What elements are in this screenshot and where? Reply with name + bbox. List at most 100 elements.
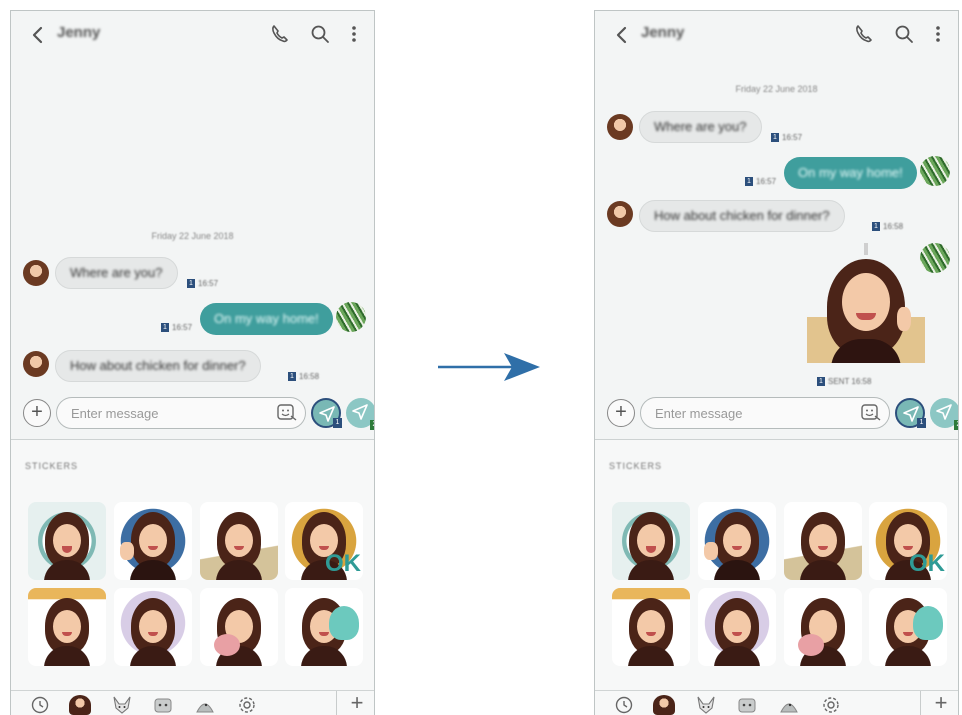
message-meta: 1 16:57	[771, 133, 803, 143]
chevron-left-icon[interactable]	[609, 22, 635, 48]
message-meta: 1 16:57	[187, 279, 219, 289]
search-icon[interactable]	[308, 22, 332, 46]
message-input[interactable]	[640, 397, 890, 429]
sticker-panel: STICKERS OK +	[595, 439, 958, 715]
attach-button[interactable]: +	[607, 399, 635, 427]
cat-sticker-icon[interactable]	[152, 695, 174, 715]
add-sticker-button[interactable]: +	[928, 692, 954, 715]
phone-screen-before: Jenny Friday 22 June 2018 Where are you?…	[10, 10, 375, 715]
send-button-sim1[interactable]: 1	[895, 398, 926, 428]
message-composer: + 1 2	[595, 397, 958, 431]
sticker-avatar-party[interactable]	[612, 588, 690, 666]
message-bubble-incoming[interactable]: How about chicken for dinner?	[55, 350, 261, 382]
sticker-avatar-ghost[interactable]	[869, 588, 947, 666]
attach-button[interactable]: +	[23, 399, 51, 427]
phone-icon[interactable]	[852, 22, 876, 46]
sticker-avatar-waving[interactable]	[114, 502, 192, 580]
fox-sticker-icon[interactable]	[111, 695, 133, 715]
sticker-avatar-kiss[interactable]	[200, 588, 278, 666]
sim-badge: 1	[745, 177, 753, 187]
sim-badge: 1	[288, 372, 296, 382]
sim-badge: 1	[872, 222, 880, 232]
sticker-tabbar: +	[11, 690, 374, 715]
phone-screen-after: Jenny Friday 22 June 2018 Where are you?…	[594, 10, 959, 715]
bird-sticker-icon[interactable]	[194, 695, 216, 715]
send-button-sim2[interactable]: 2	[930, 398, 958, 430]
contact-name[interactable]: Jenny	[641, 24, 684, 41]
message-bubble-incoming[interactable]: Where are you?	[55, 257, 178, 289]
sticker-avatar-ghost[interactable]	[285, 588, 363, 666]
message-list[interactable]: Friday 22 June 2018 Where are you? 1 16:5…	[595, 57, 958, 391]
fox-sticker-icon[interactable]	[695, 695, 717, 715]
send-icon	[936, 404, 952, 420]
tab-divider	[920, 691, 921, 715]
sticker-avatar-heart[interactable]	[114, 588, 192, 666]
sticker-panel-title: STICKERS	[25, 461, 79, 471]
message-bubble-outgoing[interactable]: On my way home!	[784, 157, 917, 189]
sticker-avatar-party[interactable]	[28, 588, 106, 666]
send-button-sim2[interactable]: 2	[346, 398, 374, 430]
message-time: 16:57	[756, 177, 777, 187]
clock-icon[interactable]	[613, 695, 635, 715]
add-sticker-button[interactable]: +	[344, 692, 370, 715]
transition-arrow-icon	[438, 353, 540, 381]
chevron-left-icon[interactable]	[25, 22, 51, 48]
sticker-avatar-waving[interactable]	[698, 502, 776, 580]
avatar-sticker-icon[interactable]	[653, 695, 675, 715]
message-bubble-incoming[interactable]: How about chicken for dinner?	[639, 200, 845, 232]
cat-sticker-icon[interactable]	[736, 695, 758, 715]
avatar-sticker-icon[interactable]	[69, 695, 91, 715]
message-time: 16:57	[782, 133, 803, 143]
sticker-avatar-laughing[interactable]	[28, 502, 106, 580]
contact-avatar[interactable]	[23, 260, 49, 286]
sticker-avatar-laughing[interactable]	[612, 502, 690, 580]
sticker-panel-title: STICKERS	[609, 461, 663, 471]
sticker-toggle-icon[interactable]	[277, 404, 297, 422]
message-time: 16:58	[299, 372, 320, 382]
conversation-header: Jenny	[11, 11, 374, 57]
message-meta: 1 16:58	[872, 222, 904, 232]
tab-divider	[336, 691, 337, 715]
message-list[interactable]: Friday 22 June 2018 Where are you? 1 16:5…	[11, 57, 374, 391]
clock-icon[interactable]	[29, 695, 51, 715]
phone-icon[interactable]	[268, 22, 292, 46]
message-time: SENT 16:58	[828, 377, 872, 387]
date-separator: Friday 22 June 2018	[151, 231, 234, 241]
message-bubble-incoming[interactable]: Where are you?	[639, 111, 762, 143]
sim-badge: 1	[771, 133, 779, 143]
settings-icon[interactable]	[820, 695, 842, 715]
date-separator: Friday 22 June 2018	[735, 84, 818, 94]
message-composer: + 1 2	[11, 397, 374, 431]
contact-name[interactable]: Jenny	[57, 24, 100, 41]
sticker-avatar-kiss[interactable]	[784, 588, 862, 666]
send-button-sim1[interactable]: 1	[311, 398, 342, 428]
sticker-avatar-heart[interactable]	[698, 588, 776, 666]
more-vertical-icon[interactable]	[342, 22, 366, 46]
contact-avatar[interactable]	[607, 114, 633, 140]
message-text: On my way home!	[214, 311, 319, 326]
sticker-toggle-icon[interactable]	[861, 404, 881, 422]
sticker-avatar-smiling[interactable]	[784, 502, 862, 580]
sim-badge: 2	[954, 420, 958, 430]
message-meta: 1 SENT 16:58	[817, 377, 872, 387]
message-meta: 1 16:58	[288, 372, 320, 382]
sim-badge: 1	[817, 377, 825, 387]
search-icon[interactable]	[892, 22, 916, 46]
message-text: On my way home!	[798, 165, 903, 180]
message-bubble-outgoing[interactable]: On my way home!	[200, 303, 333, 335]
settings-icon[interactable]	[236, 695, 258, 715]
own-avatar	[920, 156, 950, 186]
bird-sticker-icon[interactable]	[778, 695, 800, 715]
message-time: 16:58	[883, 222, 904, 232]
contact-avatar[interactable]	[23, 351, 49, 377]
sticker-avatar-ok[interactable]: OK	[869, 502, 947, 580]
message-time: 16:57	[198, 279, 219, 289]
message-input[interactable]	[56, 397, 306, 429]
sticker-avatar-ok[interactable]: OK	[285, 502, 363, 580]
sticker-avatar-smiling[interactable]	[200, 502, 278, 580]
contact-avatar[interactable]	[607, 201, 633, 227]
sent-sticker-avatar-thumbs-up[interactable]	[807, 243, 925, 363]
more-vertical-icon[interactable]	[926, 22, 950, 46]
message-text: Where are you?	[654, 119, 747, 134]
sticker-tabbar: +	[595, 690, 958, 715]
